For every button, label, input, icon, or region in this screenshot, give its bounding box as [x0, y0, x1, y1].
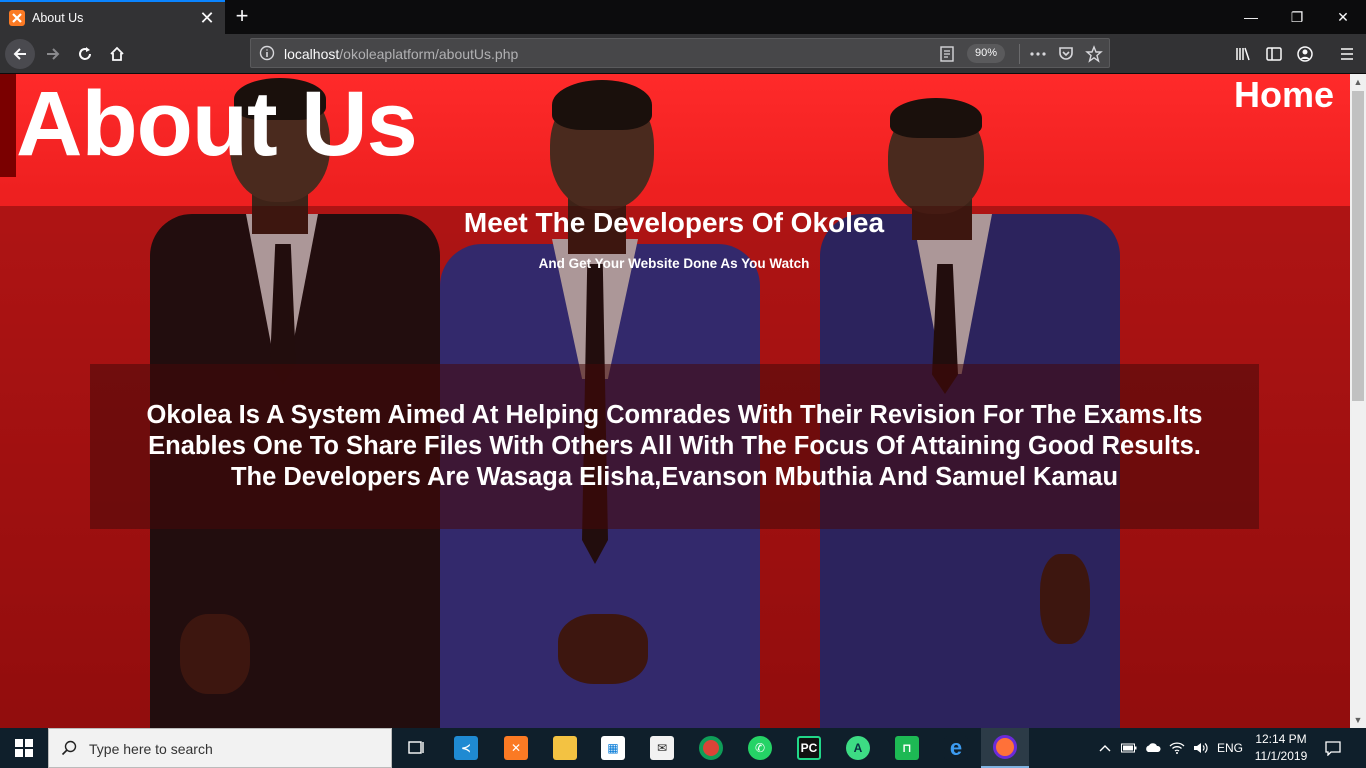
new-tab-button[interactable]: +	[230, 4, 254, 28]
android-studio-icon: A	[846, 736, 870, 760]
browser-tab[interactable]: About Us ✕	[0, 0, 225, 34]
chrome-icon	[699, 736, 723, 760]
clock-date: 11/1/2019	[1254, 749, 1308, 763]
vscode-icon: ≺	[454, 736, 478, 760]
about-description-box: Okolea Is A System Aimed At Helping Comr…	[90, 364, 1259, 529]
pycharm-icon: PC	[797, 736, 821, 760]
forward-arrow-icon	[47, 48, 60, 60]
android-studio-taskbar-app[interactable]: A	[834, 728, 882, 768]
url-bar[interactable]: localhost/okoleaplatform/aboutUs.php 90%	[250, 38, 1110, 68]
wifi-icon[interactable]	[1166, 728, 1188, 768]
task-view-icon	[408, 741, 424, 754]
url-path: /okoleaplatform/aboutUs.php	[339, 46, 519, 62]
chrome-taskbar-app[interactable]	[687, 728, 735, 768]
minimize-button[interactable]: —	[1228, 0, 1274, 34]
onedrive-cloud-icon[interactable]	[1142, 728, 1164, 768]
windows-taskbar: Type here to search ≺ ✕ ▦ ✉ ✆ PC A ⊓ e E…	[0, 728, 1366, 768]
home-icon	[110, 46, 124, 61]
task-view-button[interactable]	[392, 728, 440, 768]
firefox-taskbar-app[interactable]	[981, 728, 1029, 768]
folder-icon	[553, 736, 577, 760]
pocket-icon[interactable]	[1057, 45, 1075, 63]
bookmark-star-icon[interactable]	[1085, 45, 1103, 63]
about-line-2: Enables One To Share Files With Others A…	[148, 432, 1201, 460]
hero-heading: Meet The Developers Of Okolea	[463, 207, 885, 238]
home-link[interactable]: Home	[1234, 74, 1334, 116]
green-app-taskbar-app[interactable]: ⊓	[883, 728, 931, 768]
xampp-taskbar-app[interactable]: ✕	[492, 728, 540, 768]
url-host: localhost	[284, 46, 340, 62]
show-hidden-icons-chevron-icon[interactable]	[1094, 728, 1116, 768]
account-icon[interactable]	[1296, 45, 1314, 63]
close-window-button[interactable]: ✕	[1320, 0, 1366, 34]
mail-icon: ✉	[650, 736, 674, 760]
url-text[interactable]: localhost/okoleaplatform/aboutUs.php	[284, 46, 518, 62]
search-placeholder: Type here to search	[89, 741, 213, 757]
search-icon	[61, 740, 77, 756]
restore-button[interactable]: ❐	[1274, 0, 1320, 34]
start-button[interactable]	[0, 728, 48, 768]
store-bag-icon: ▦	[601, 736, 625, 760]
taskbar-clock[interactable]: 12:14 PM 11/1/2019	[1248, 731, 1314, 765]
edge-taskbar-app[interactable]: e	[932, 728, 980, 768]
hero-subheading: And Get Your Website Done As You Watch	[538, 256, 810, 271]
reload-button[interactable]	[70, 39, 100, 69]
volume-icon[interactable]	[1190, 728, 1212, 768]
scroll-thumb[interactable]	[1352, 91, 1364, 401]
back-button[interactable]	[5, 39, 35, 69]
whatsapp-icon: ✆	[748, 736, 772, 760]
scroll-down-arrow-icon[interactable]: ▼	[1350, 712, 1366, 728]
whatsapp-taskbar-app[interactable]: ✆	[736, 728, 784, 768]
page-scrollbar[interactable]: ▲ ▼	[1350, 74, 1366, 728]
edge-icon: e	[944, 735, 968, 760]
back-arrow-icon	[13, 48, 26, 60]
clock-time: 12:14 PM	[1255, 732, 1307, 746]
url-separator	[1019, 44, 1020, 64]
about-description: Okolea Is A System Aimed At Helping Comr…	[90, 400, 1259, 493]
browser-titlebar: About Us ✕ + — ❐ ✕	[0, 0, 1366, 34]
sidebar-icon[interactable]	[1265, 45, 1283, 63]
home-button[interactable]	[102, 39, 132, 69]
language-indicator[interactable]: ENG	[1214, 728, 1246, 768]
library-icon[interactable]	[1234, 45, 1252, 63]
forward-button[interactable]	[38, 39, 68, 69]
taskbar-search-box[interactable]: Type here to search	[48, 728, 392, 768]
battery-icon[interactable]	[1118, 728, 1140, 768]
reader-view-icon[interactable]	[939, 45, 955, 63]
zoom-level-badge[interactable]: 90%	[967, 44, 1005, 63]
reload-icon	[79, 47, 91, 60]
store-taskbar-app[interactable]: ▦	[589, 728, 637, 768]
mail-taskbar-app[interactable]: ✉	[638, 728, 686, 768]
action-center-icon[interactable]	[1318, 728, 1348, 768]
about-line-1: Okolea Is A System Aimed At Helping Comr…	[146, 401, 1203, 429]
about-line-3: The Developers Are Wasaga Elisha,Evanson…	[230, 463, 1119, 491]
windows-logo-icon	[15, 739, 33, 757]
tab-close-icon[interactable]: ✕	[198, 9, 216, 27]
file-explorer-taskbar-app[interactable]	[541, 728, 589, 768]
tab-title: About Us	[32, 11, 84, 25]
browser-navbar: localhost/okoleaplatform/aboutUs.php 90%	[0, 34, 1366, 74]
xampp-favicon-icon	[9, 10, 25, 26]
vscode-taskbar-app[interactable]: ≺	[442, 728, 490, 768]
scroll-up-arrow-icon[interactable]: ▲	[1350, 74, 1366, 90]
page-actions-icon[interactable]	[1029, 45, 1047, 63]
page-viewport: About Us Home Meet The Developers Of Oko…	[0, 74, 1350, 728]
info-icon[interactable]	[259, 45, 275, 61]
hamburger-menu-icon[interactable]	[1338, 45, 1356, 63]
page-title: About Us	[16, 74, 418, 175]
pycharm-taskbar-app[interactable]: PC	[785, 728, 833, 768]
xampp-icon: ✕	[504, 736, 528, 760]
green-app-icon: ⊓	[895, 736, 919, 760]
left-accent-bar	[0, 74, 16, 177]
firefox-icon	[993, 735, 1017, 759]
